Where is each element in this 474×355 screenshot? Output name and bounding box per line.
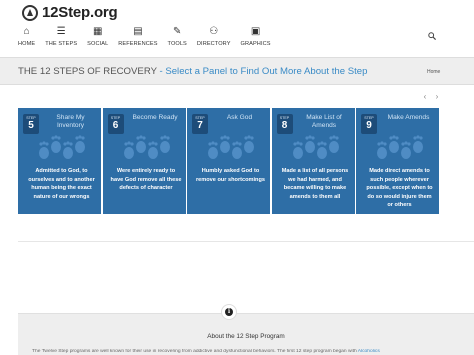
site-logo[interactable]: 12Step.org xyxy=(22,4,118,21)
image-icon: ▣ xyxy=(250,26,261,37)
nav-references[interactable]: ▤ REFERENCES xyxy=(118,26,157,47)
step-number: 5 xyxy=(28,120,34,131)
step-number: 6 xyxy=(112,120,119,131)
nav-the-steps-label: THE STEPS xyxy=(45,41,78,47)
step-description: Made a list of all persons we had harmed… xyxy=(281,168,349,200)
nav-tools[interactable]: ✎ TOOLS xyxy=(168,26,187,47)
page-title-subtitle: - Select a Panel to Find Out More About … xyxy=(156,66,368,77)
nav-directory[interactable]: ⚇ DIRECTORY xyxy=(197,26,231,47)
nav-the-steps[interactable]: ☰ THE STEPS xyxy=(45,26,77,47)
calendar-icon: ▦ xyxy=(93,26,103,37)
info-icon-circle: i xyxy=(221,304,237,320)
step-badge: STEP 7 xyxy=(192,114,208,134)
step-badge: STEP 8 xyxy=(276,114,293,134)
main-nav: ⌂ HOME ☰ THE STEPS ▦ SOCIAL ▤ REFERENCES… xyxy=(18,26,281,47)
footprints-icon xyxy=(123,135,170,159)
step-panels: STEP 5 Share My Inventory Admitted to Go… xyxy=(18,108,441,214)
search-icon[interactable] xyxy=(428,32,436,40)
breadcrumb-home[interactable]: Home xyxy=(427,69,440,75)
step-number: 9 xyxy=(366,120,372,131)
footprints-icon xyxy=(292,135,339,159)
page-title-main: THE 12 STEPS OF RECOVERY xyxy=(18,66,157,77)
step-badge: STEP 5 xyxy=(23,114,39,134)
book-icon: ▤ xyxy=(133,26,143,37)
step-panel-8[interactable]: STEP 8 Make List of Amends Made a list o… xyxy=(271,108,355,214)
about-body: The Twelve Step programs are well known … xyxy=(32,349,358,354)
step-number: 7 xyxy=(197,120,203,131)
nav-directory-label: DIRECTORY xyxy=(196,41,231,47)
info-icon: i xyxy=(225,308,233,316)
about-text: The Twelve Step programs are well known … xyxy=(32,349,472,354)
nav-home[interactable]: ⌂ HOME xyxy=(18,26,35,47)
about-section: About the 12 Step Program The Twelve Ste… xyxy=(18,313,474,355)
nav-social[interactable]: ▦ SOCIAL xyxy=(87,26,108,47)
logo-text: 12Step.org xyxy=(42,4,118,21)
sitemap-icon: ⚇ xyxy=(209,26,219,37)
step-title: Make Amends xyxy=(387,114,430,121)
nav-graphics[interactable]: ▣ GRAPHICS xyxy=(241,26,271,47)
nav-social-label: SOCIAL xyxy=(87,41,109,47)
nav-tools-label: TOOLS xyxy=(167,41,187,47)
step-title: Become Ready xyxy=(132,114,178,121)
step-panel-9[interactable]: STEP 9 Make Amends Made direct amends to… xyxy=(356,108,439,214)
step-badge: STEP 6 xyxy=(107,114,124,134)
step-title: Ask God xyxy=(226,114,253,121)
step-number: 8 xyxy=(281,120,288,131)
nav-references-label: REFERENCES xyxy=(118,41,158,47)
footprints-icon xyxy=(39,135,85,159)
step-panel-6[interactable]: STEP 6 Become Ready Were entirely ready … xyxy=(102,108,186,214)
about-title: About the 12 Step Program xyxy=(207,333,285,340)
step-panel-7[interactable]: STEP 7 Ask God Humbly asked God to remov… xyxy=(187,108,270,214)
home-icon: ⌂ xyxy=(23,26,30,37)
footprints-icon xyxy=(377,135,423,159)
step-badge: STEP 9 xyxy=(361,114,377,134)
list-icon: ☰ xyxy=(56,26,66,37)
step-description: Were entirely ready to have God remove a… xyxy=(110,168,182,192)
wrench-icon: ✎ xyxy=(173,26,182,37)
step-description: Admitted to God, to ourselves and to ano… xyxy=(28,168,95,200)
footprints-icon xyxy=(208,135,254,159)
section-divider xyxy=(18,241,474,242)
logo-triangle-icon xyxy=(22,4,38,21)
step-title: Make List of Amends xyxy=(306,114,342,129)
step-description: Humbly asked God to remove our shortcomi… xyxy=(195,168,265,183)
nav-graphics-label: GRAPHICS xyxy=(240,41,271,47)
step-description: Made direct amends to such people wherev… xyxy=(366,168,433,209)
carousel-prev-icon[interactable]: ‹ xyxy=(419,93,431,101)
page-title-bar: THE 12 STEPS OF RECOVERY - Select a Pane… xyxy=(0,57,474,85)
carousel-controls: ‹ › xyxy=(419,93,443,101)
step-title: Share My Inventory xyxy=(56,114,85,129)
carousel-next-icon[interactable]: › xyxy=(431,93,443,101)
about-link[interactable]: Alcoholics xyxy=(358,349,380,354)
page-title: THE 12 STEPS OF RECOVERY - Select a Pane… xyxy=(18,66,367,77)
nav-home-label: HOME xyxy=(18,41,36,47)
step-panel-5[interactable]: STEP 5 Share My Inventory Admitted to Go… xyxy=(18,108,101,214)
